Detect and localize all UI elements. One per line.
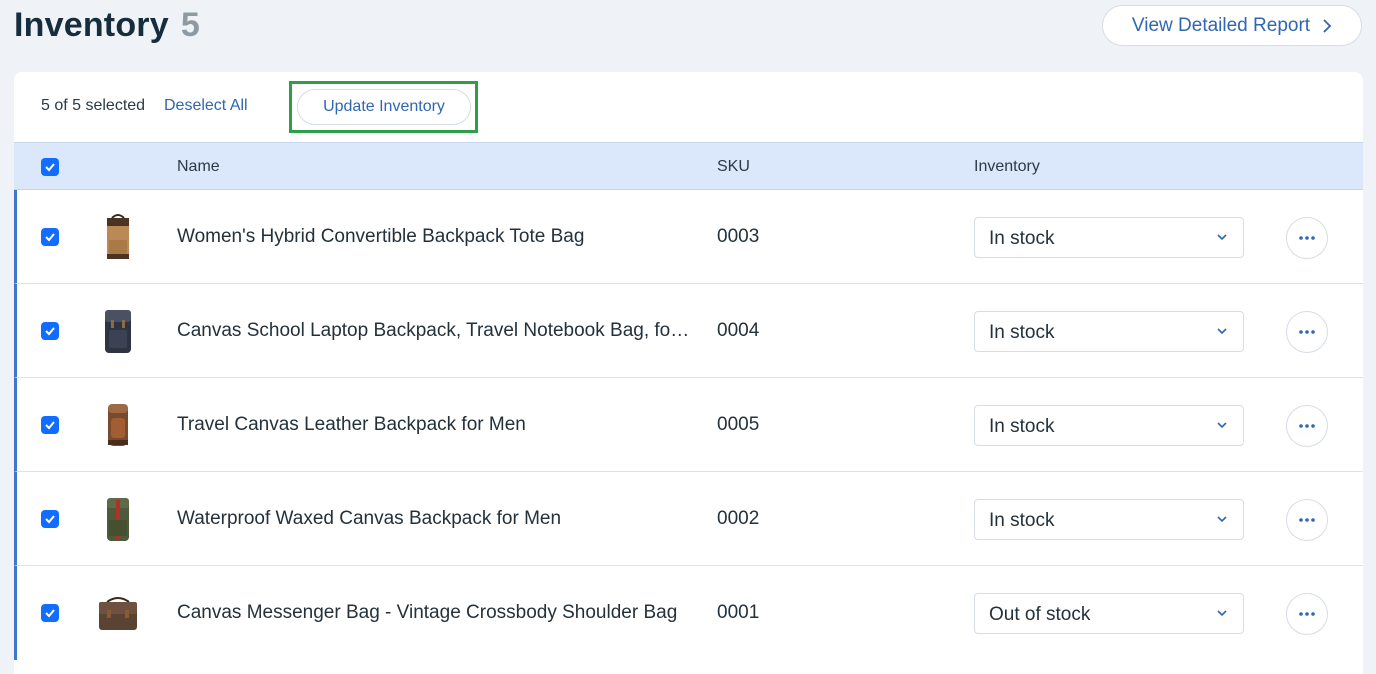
more-horizontal-icon — [1299, 236, 1315, 240]
chevron-down-icon — [1217, 234, 1227, 241]
row-checkbox[interactable] — [41, 416, 59, 434]
olive-backpack-thumbnail — [107, 498, 129, 541]
more-horizontal-icon — [1299, 330, 1315, 334]
more-actions-button[interactable] — [1286, 217, 1328, 259]
inventory-card: 5 of 5 selected Deselect All Update Inve… — [14, 72, 1363, 674]
chevron-down-icon — [1217, 422, 1227, 429]
inventory-status-select[interactable]: In stock — [974, 217, 1244, 258]
check-icon — [45, 327, 55, 336]
more-horizontal-icon — [1299, 518, 1315, 522]
navy-backpack-thumbnail — [105, 310, 131, 353]
inventory-status-select[interactable]: In stock — [974, 311, 1244, 352]
product-sku: 0002 — [717, 508, 760, 529]
table-row[interactable]: Travel Canvas Leather Backpack for Men 0… — [14, 378, 1363, 472]
table-row[interactable]: Waterproof Waxed Canvas Backpack for Men… — [14, 472, 1363, 566]
view-detailed-report-button[interactable]: View Detailed Report — [1102, 5, 1362, 46]
update-inventory-button[interactable]: Update Inventory — [297, 89, 471, 125]
inventory-status-value: In stock — [989, 228, 1055, 249]
check-icon — [45, 163, 55, 172]
inventory-status-value: In stock — [989, 510, 1055, 531]
check-icon — [45, 233, 55, 242]
row-checkbox[interactable] — [41, 510, 59, 528]
table-header: Name SKU Inventory — [14, 142, 1363, 190]
product-sku: 0004 — [717, 320, 760, 341]
product-name[interactable]: Waterproof Waxed Canvas Backpack for Men — [177, 508, 697, 530]
page-header: Inventory 5 — [14, 0, 200, 50]
selection-count: 5 of 5 selected — [41, 97, 146, 114]
brown-backpack-thumbnail — [108, 404, 128, 446]
page-title: Inventory — [14, 5, 169, 44]
column-header-name[interactable]: Name — [177, 158, 220, 176]
select-all-checkbox[interactable] — [41, 158, 59, 176]
column-header-sku[interactable]: SKU — [717, 158, 750, 176]
product-sku: 0001 — [717, 602, 760, 623]
inventory-status-value: In stock — [989, 322, 1055, 343]
more-actions-button[interactable] — [1286, 499, 1328, 541]
view-detailed-report-label: View Detailed Report — [1131, 14, 1311, 36]
deselect-all-link[interactable]: Deselect All — [164, 97, 248, 115]
table-body: Women's Hybrid Convertible Backpack Tote… — [14, 190, 1363, 660]
table-row[interactable]: Canvas School Laptop Backpack, Travel No… — [14, 284, 1363, 378]
table-row[interactable]: Women's Hybrid Convertible Backpack Tote… — [14, 190, 1363, 284]
product-name[interactable]: Canvas Messenger Bag - Vintage Crossbody… — [177, 602, 697, 624]
product-sku: 0005 — [717, 414, 760, 435]
more-horizontal-icon — [1299, 612, 1315, 616]
inventory-status-value: Out of stock — [989, 604, 1091, 625]
product-name[interactable]: Women's Hybrid Convertible Backpack Tote… — [177, 226, 697, 248]
check-icon — [45, 421, 55, 430]
product-name[interactable]: Travel Canvas Leather Backpack for Men — [177, 414, 697, 436]
product-name[interactable]: Canvas School Laptop Backpack, Travel No… — [177, 320, 697, 342]
brown-messenger-thumbnail — [99, 597, 137, 630]
inventory-status-select[interactable]: In stock — [974, 499, 1244, 540]
page-count: 5 — [180, 5, 200, 44]
chevron-down-icon — [1217, 516, 1227, 523]
row-checkbox[interactable] — [41, 604, 59, 622]
update-inventory-highlight: Update Inventory — [289, 81, 478, 133]
inventory-status-select[interactable]: Out of stock — [974, 593, 1244, 634]
bulk-action-toolbar: 5 of 5 selected Deselect All Update Inve… — [14, 72, 1363, 142]
check-icon — [45, 515, 55, 524]
tan-backpack-thumbnail — [107, 214, 129, 259]
more-actions-button[interactable] — [1286, 311, 1328, 353]
table-row[interactable]: Canvas Messenger Bag - Vintage Crossbody… — [14, 566, 1363, 660]
check-icon — [45, 609, 55, 618]
more-actions-button[interactable] — [1286, 593, 1328, 635]
more-horizontal-icon — [1299, 424, 1315, 428]
more-actions-button[interactable] — [1286, 405, 1328, 447]
row-checkbox[interactable] — [41, 228, 59, 246]
product-sku: 0003 — [717, 226, 760, 247]
inventory-status-select[interactable]: In stock — [974, 405, 1244, 446]
column-header-inventory[interactable]: Inventory — [974, 158, 1040, 176]
chevron-down-icon — [1217, 328, 1227, 335]
row-checkbox[interactable] — [41, 322, 59, 340]
inventory-status-value: In stock — [989, 416, 1055, 437]
chevron-right-icon — [1323, 18, 1332, 33]
chevron-down-icon — [1217, 610, 1227, 617]
